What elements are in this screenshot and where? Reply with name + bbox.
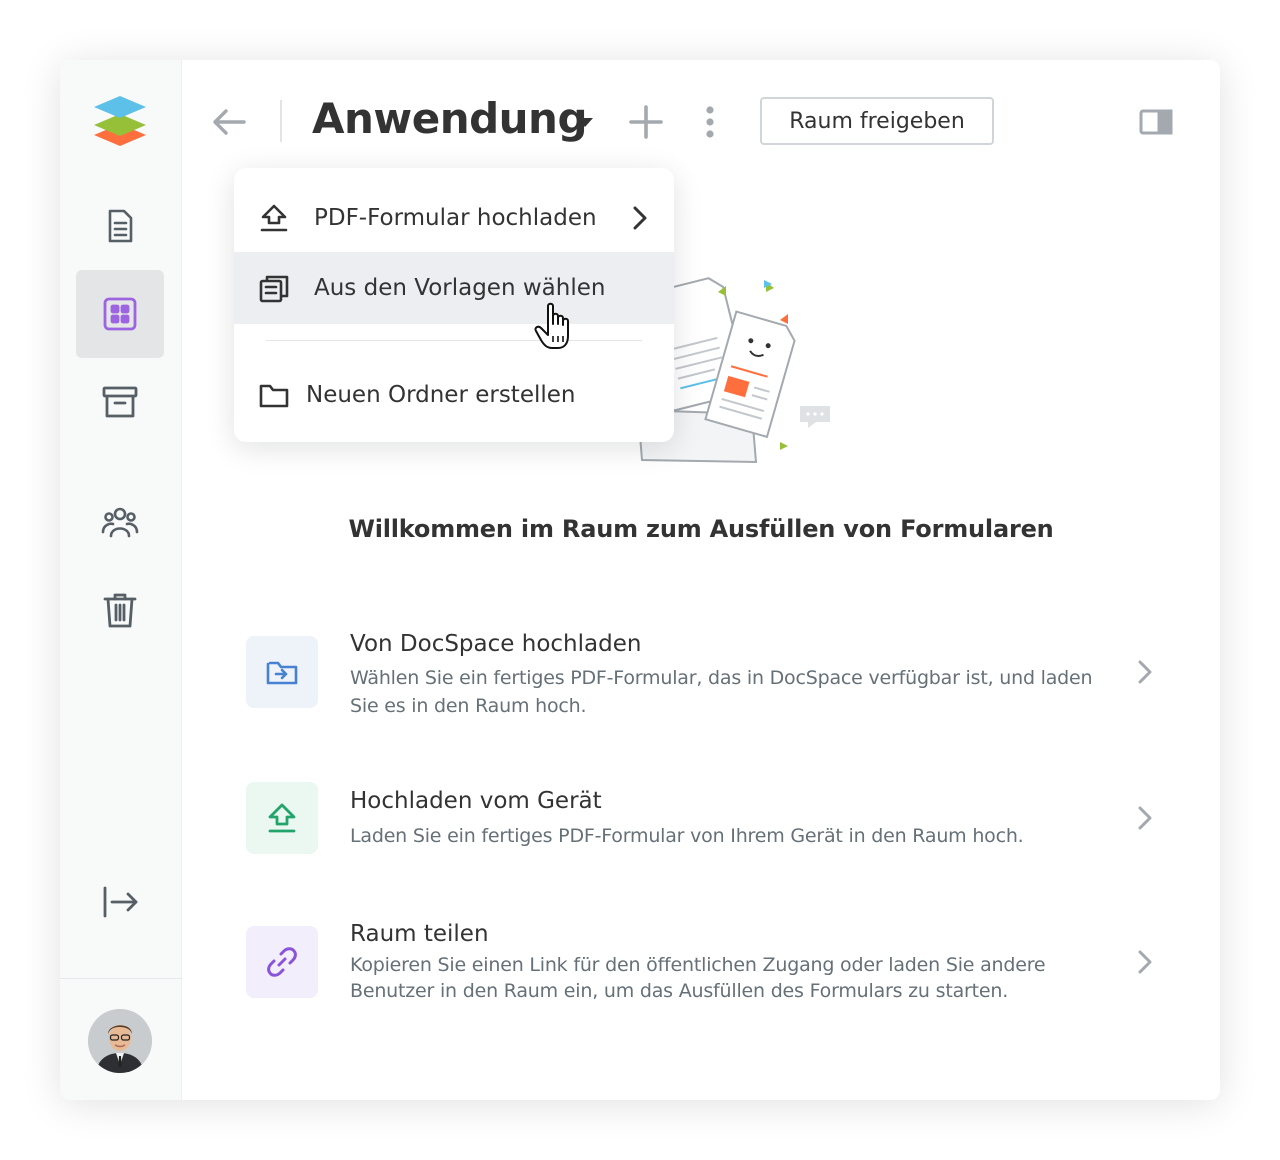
caret-down-icon[interactable]: [574, 112, 596, 132]
option-title: Hochladen vom Gerät: [350, 788, 602, 814]
document-icon: [108, 209, 133, 243]
sidebar: [60, 60, 182, 1100]
menu-item-from-templates[interactable]: Aus den Vorlagen wählen: [234, 252, 674, 324]
option-title: Von DocSpace hochladen: [350, 631, 642, 657]
welcome-heading: Willkommen im Raum zum Ausfüllen von For…: [348, 515, 1054, 543]
sidebar-item-trash[interactable]: [76, 566, 164, 654]
more-options-icon[interactable]: [692, 102, 728, 142]
menu-item-upload-pdf[interactable]: PDF-Formular hochladen: [234, 182, 674, 254]
menu-item-label: PDF-Formular hochladen: [314, 205, 597, 231]
top-bar: Anwendung Raum freigeben: [182, 60, 1220, 180]
upload-icon: [260, 204, 288, 232]
option-title: Raum teilen: [350, 921, 489, 947]
option-description: Laden Sie ein fertiges PDF-Formular von …: [350, 825, 1024, 847]
back-arrow-icon[interactable]: [210, 102, 250, 142]
sidebar-item-people[interactable]: [76, 478, 164, 566]
avatar[interactable]: [88, 1009, 152, 1073]
chevron-right-icon: [633, 206, 647, 230]
sidebar-item-documents[interactable]: [76, 182, 164, 270]
option-icon-box: [246, 782, 318, 854]
people-icon: [101, 507, 139, 538]
folder-arrow-icon: [266, 661, 298, 685]
sidebar-item-rooms[interactable]: [76, 270, 164, 358]
share-room-button[interactable]: Raum freigeben: [760, 97, 994, 145]
plus-icon[interactable]: [626, 102, 666, 142]
room-title[interactable]: Anwendung: [312, 94, 588, 143]
menu-item-label: Neuen Ordner erstellen: [306, 382, 576, 408]
option-description: Kopieren Sie einen Link für den öffentli…: [350, 954, 1046, 1002]
link-icon: [267, 947, 297, 977]
sidebar-profile-area: [60, 978, 182, 1100]
chevron-right-icon: [1138, 806, 1152, 830]
option-icon-box: [246, 926, 318, 998]
collapse-arrow-icon: [103, 886, 138, 918]
user-photo-icon: [88, 1009, 152, 1073]
sidebar-item-archive[interactable]: [76, 358, 164, 446]
menu-item-label: Aus den Vorlagen wählen: [314, 275, 606, 301]
menu-item-new-folder[interactable]: Neuen Ordner erstellen: [234, 359, 674, 431]
sidebar-collapse-button[interactable]: [76, 858, 164, 946]
trash-icon: [103, 593, 137, 628]
header-divider: [280, 100, 282, 142]
rooms-icon: [103, 297, 137, 331]
create-dropdown-menu: PDF-Formular hochladen Aus den Vorlagen …: [234, 168, 674, 442]
docspace-logo-icon[interactable]: [92, 94, 148, 148]
templates-icon: [259, 275, 289, 303]
folder-icon: [259, 384, 289, 408]
upload-device-icon: [268, 803, 296, 833]
menu-divider: [266, 340, 642, 341]
info-panel-icon[interactable]: [1138, 104, 1174, 140]
archive-icon: [102, 386, 138, 418]
option-icon-box: [246, 636, 318, 708]
chevron-right-icon: [1138, 660, 1152, 684]
option-description: Wählen Sie ein fertiges PDF-Formular, da…: [350, 667, 1093, 717]
chevron-right-icon: [1138, 950, 1152, 974]
hand-cursor-icon: [534, 302, 569, 349]
